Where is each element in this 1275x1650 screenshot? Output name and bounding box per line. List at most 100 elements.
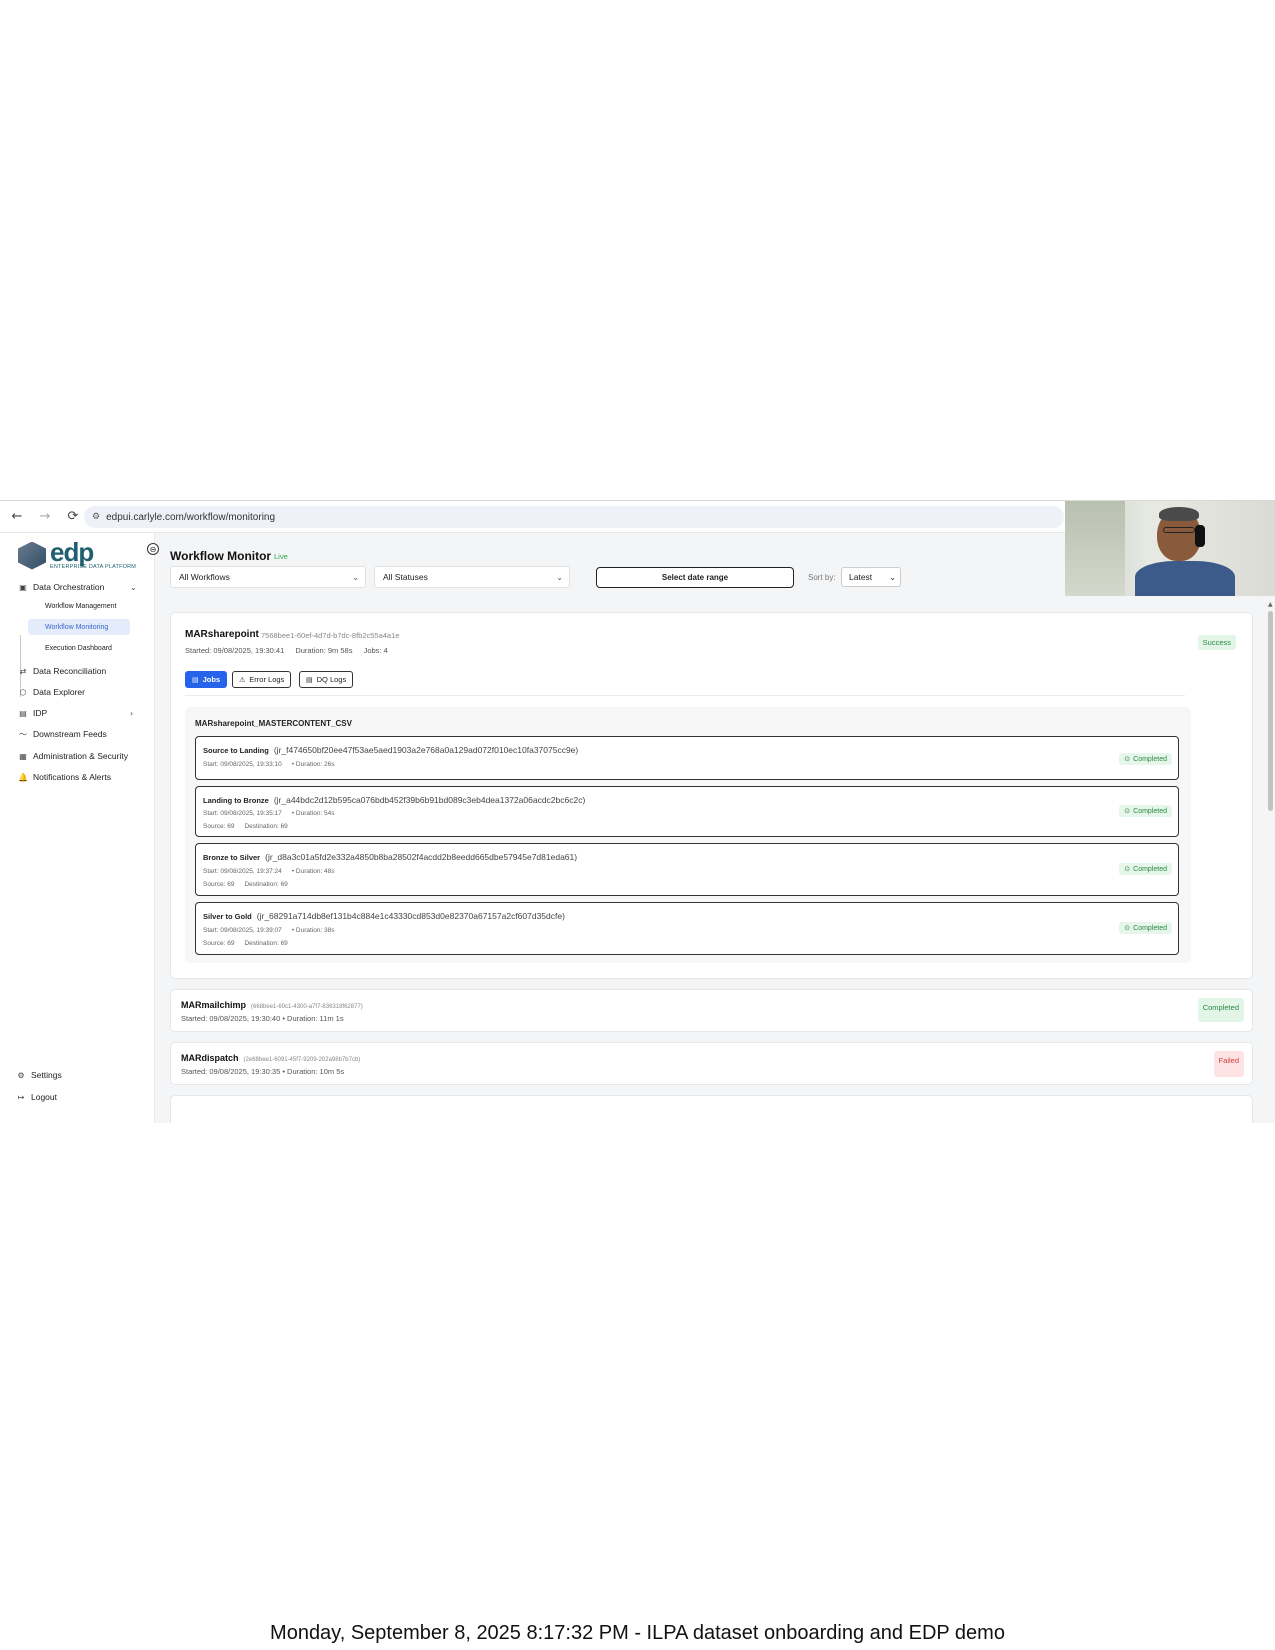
- orchestration-icon: ▣: [19, 582, 27, 592]
- job-status-label: Completed: [1133, 865, 1167, 873]
- site-settings-icon[interactable]: ⚙: [92, 512, 100, 522]
- job-duration: • Duration: 26s: [291, 761, 335, 768]
- job-status-label: Completed: [1133, 807, 1167, 815]
- workflow-run-card[interactable]: [170, 1095, 1253, 1123]
- sidebar-item-logout[interactable]: ↦ Logout: [16, 1089, 57, 1105]
- meeting-caption: Monday, September 8, 2025 8:17:32 PM - I…: [270, 1622, 1005, 1644]
- sidebar-item-label: Downstream Feeds: [33, 729, 107, 739]
- collapse-sidebar-icon[interactable]: ⊖: [147, 543, 159, 555]
- reload-icon[interactable]: ⟳: [62, 506, 84, 528]
- job-stage: Source to Landing: [203, 746, 269, 755]
- sidebar-item-data-reconciliation[interactable]: ⇄ Data Reconciliation: [18, 663, 107, 679]
- run-meta: Started: 09/08/2025, 19:30:40 • Duration…: [181, 1014, 344, 1023]
- workflow-meta: Started: 09/08/2025, 19:30:41 Duration: …: [185, 646, 397, 655]
- chevron-right-icon[interactable]: ›: [130, 709, 133, 718]
- job-title: Landing to Bronze (jr_a44bdc2d12b595ca076…: [203, 795, 585, 805]
- job-id: (jr_f474650bf20ee47f53ae5aed1903a2e768a0…: [273, 745, 579, 755]
- job-counts: Source: 69 Destination: 69: [203, 940, 298, 947]
- logo-cube-icon: [18, 541, 46, 570]
- run-name: MARmailchimp (668bee1-60c1-4300-a7f7-8363…: [181, 1000, 363, 1010]
- sidebar-item-label: IDP: [33, 708, 48, 718]
- job-source: Source: 69: [203, 881, 235, 888]
- sidebar-item-settings[interactable]: ⚙ Settings: [16, 1067, 62, 1083]
- sort-label: Sort by:: [808, 573, 836, 582]
- explorer-icon: ⬡: [19, 687, 27, 697]
- url-text: edpui.carlyle.com/workflow/monitoring: [106, 511, 276, 523]
- job-destination: Destination: 69: [244, 881, 288, 888]
- job-title: Bronze to Silver (jr_d8a3c01a5fd2e332a485…: [203, 852, 577, 862]
- logo-word: edp: [50, 537, 94, 567]
- logo-subtitle: ENTERPRISE DATA PLATFORM: [50, 564, 137, 570]
- job-source: Source: 69: [203, 940, 235, 947]
- job-row[interactable]: Bronze to Silver (jr_d8a3c01a5fd2e332a485…: [195, 843, 1179, 896]
- tab-error-logs[interactable]: ⚠ Error Logs: [232, 671, 292, 688]
- job-id: (jr_68291a714db8ef131b4c884e1c43330cd853…: [256, 911, 565, 921]
- job-duration: • Duration: 48s: [291, 868, 335, 875]
- tab-jobs[interactable]: ▤ Jobs: [185, 671, 228, 688]
- workflow-filter-value: All Workflows: [179, 572, 230, 582]
- run-id: (668bee1-60c1-4300-a7f7-836318f62877): [251, 1004, 363, 1010]
- workflow-card[interactable]: MARsharepoint 7568bee1-60ef-4d7d-b7dc-8f…: [170, 612, 1253, 979]
- job-stage: Landing to Bronze: [203, 796, 269, 805]
- job-status-badge: ⊙ Completed: [1119, 863, 1172, 875]
- sidebar-item-administration-security[interactable]: ▦ Administration & Security: [18, 748, 128, 764]
- sidebar-subitem-workflow-management[interactable]: Workflow Management: [28, 598, 130, 614]
- sidebar-item-idp[interactable]: ▤ IDP ›: [18, 705, 133, 721]
- check-circle-icon: ⊙: [1124, 924, 1131, 932]
- job-duration: • Duration: 54s: [291, 810, 335, 817]
- app-screen: ← → ⟳ ⚙ edpui.carlyle.com/workflow/monit…: [0, 500, 1275, 1123]
- job-row[interactable]: Source to Landing (jr_f474650bf20ee47f53a…: [195, 736, 1179, 780]
- workflow-name: MARsharepoint: [185, 629, 259, 640]
- scroll-up-icon[interactable]: ▲: [1268, 601, 1273, 608]
- job-timing: Start: 09/08/2025, 19:39:07 • Duration: 3…: [203, 927, 345, 934]
- sidebar-item-data-explorer[interactable]: ⬡ Data Explorer: [18, 684, 85, 700]
- workflow-filter-select[interactable]: All Workflows ⌄: [170, 566, 366, 588]
- live-badge: Live: [274, 552, 288, 561]
- workflow-jobs-count: Jobs: 4: [363, 646, 388, 655]
- sidebar-item-data-orchestration[interactable]: ▣ Data Orchestration ⌄: [18, 579, 136, 595]
- sort-value: Latest: [849, 572, 873, 582]
- divider: [185, 695, 1185, 696]
- address-bar[interactable]: ⚙ edpui.carlyle.com/workflow/monitoring: [84, 506, 1064, 528]
- date-range-button[interactable]: Select date range: [596, 567, 794, 588]
- tab-label: Error Logs: [249, 675, 285, 684]
- job-start: Start: 09/08/2025, 19:39:07: [203, 927, 282, 934]
- sidebar-subitem-execution-dashboard[interactable]: Execution Dashboard: [28, 640, 130, 656]
- check-circle-icon: ⊙: [1124, 755, 1131, 763]
- workflow-run-card[interactable]: MARmailchimp (668bee1-60c1-4300-a7f7-8363…: [170, 989, 1253, 1032]
- edp-logo[interactable]: edp ENTERPRISE DATA PLATFORM: [18, 537, 137, 570]
- tab-dq-logs[interactable]: ▤ DQ Logs: [299, 671, 354, 688]
- sidebar-item-label: Settings: [31, 1070, 62, 1080]
- status-filter-select[interactable]: All Statuses ⌄: [374, 566, 570, 588]
- sidebar-item-downstream-feeds[interactable]: 〜 Downstream Feeds: [18, 726, 107, 742]
- forward-icon[interactable]: →: [34, 506, 56, 528]
- logout-icon: ↦: [17, 1092, 25, 1102]
- status-badge: Failed: [1213, 1051, 1244, 1077]
- sidebar-item-label: Data Orchestration: [33, 582, 105, 592]
- sidebar-item-label: Data Explorer: [33, 687, 85, 697]
- tab-label: DQ Logs: [316, 675, 347, 684]
- chevron-down-icon[interactable]: ⌄: [130, 583, 137, 592]
- job-timing: Start: 09/08/2025, 19:37:24 • Duration: 4…: [203, 868, 345, 875]
- workflow-run-card[interactable]: MARdispatch (2e68bee1-6091-45f7-9209-202a…: [170, 1042, 1253, 1085]
- sort-select[interactable]: Latest ⌄: [841, 567, 901, 587]
- job-row[interactable]: Landing to Bronze (jr_a44bdc2d12b595ca076…: [195, 786, 1179, 837]
- job-status-label: Completed: [1133, 755, 1167, 763]
- sidebar-item-label: Notifications & Alerts: [33, 772, 111, 782]
- job-timing: Start: 09/08/2025, 19:35:17 • Duration: 5…: [203, 810, 345, 817]
- scrollbar-thumb[interactable]: [1268, 611, 1273, 811]
- workflow-id: 7568bee1-60ef-4d7d-b7dc-8fb2c55a4a1e: [261, 631, 400, 640]
- job-row[interactable]: Silver to Gold (jr_68291a714db8ef131b4c88…: [195, 902, 1179, 955]
- job-stage: Bronze to Silver: [203, 853, 261, 862]
- job-duration: • Duration: 38s: [291, 927, 335, 934]
- back-icon[interactable]: ←: [6, 506, 28, 528]
- sidebar-subitem-workflow-monitoring[interactable]: Workflow Monitoring: [28, 619, 130, 635]
- check-circle-icon: ⊙: [1124, 865, 1131, 873]
- sidebar-item-notifications-alerts[interactable]: 🔔 Notifications & Alerts: [18, 769, 111, 785]
- job-status-label: Completed: [1133, 924, 1167, 932]
- gear-icon: ⚙: [17, 1070, 25, 1080]
- run-meta: Started: 09/08/2025, 19:30:35 • Duration…: [181, 1067, 345, 1076]
- status-badge: Success: [1197, 635, 1236, 650]
- job-id: (jr_a44bdc2d12b595ca076bdb452f39b6b91bd0…: [273, 795, 586, 805]
- workflow-duration: Duration: 9m 58s: [295, 646, 353, 655]
